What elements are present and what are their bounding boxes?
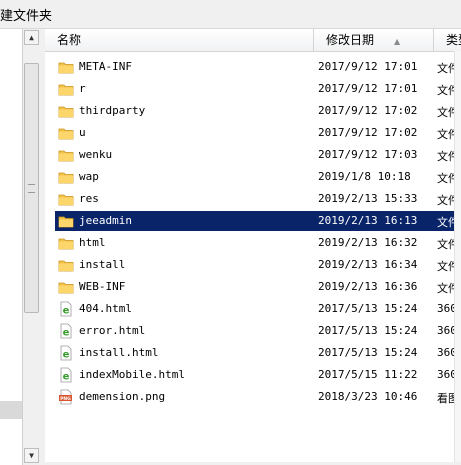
file-row[interactable]: wap 2019/1/8 10:18 文件: [45, 167, 461, 187]
new-folder-button[interactable]: 建文件夹: [0, 5, 52, 24]
file-name: u: [79, 126, 86, 139]
file-row[interactable]: WEB-INF 2019/2/13 16:36 文件: [45, 277, 461, 297]
column-name-label: 名称: [57, 33, 82, 47]
html-file-icon: e: [58, 367, 74, 383]
svg-text:e: e: [63, 306, 70, 317]
file-date: 2019/2/13 16:34: [318, 258, 418, 271]
file-row[interactable]: res 2019/2/13 15:33 文件: [45, 189, 461, 209]
file-row[interactable]: thirdparty 2017/9/12 17:02 文件: [45, 101, 461, 121]
column-modified-label: 修改日期: [326, 33, 375, 47]
folder-icon: [58, 257, 74, 273]
file-date: 2018/3/23 10:46: [318, 390, 418, 403]
file-name: install: [79, 258, 126, 271]
file-date: 2017/5/13 15:24: [318, 324, 418, 337]
file-name: html: [79, 236, 106, 249]
folder-icon: [58, 213, 74, 229]
file-name: wenku: [79, 148, 113, 161]
file-date: 2017/9/12 17:01: [318, 82, 418, 95]
file-date: 2019/2/13 16:32: [318, 236, 418, 249]
svg-text:e: e: [63, 328, 70, 339]
nav-selected-item[interactable]: [0, 401, 22, 419]
file-name: demension.png: [79, 390, 166, 403]
file-row[interactable]: u 2017/9/12 17:02 文件: [45, 123, 461, 143]
folder-icon: [58, 191, 74, 207]
file-name: WEB-INF: [79, 280, 126, 293]
nav-scrollbar[interactable]: ▲ ▼: [22, 29, 41, 465]
folder-icon: [58, 103, 74, 119]
column-modified[interactable]: 修改日期 ▲: [314, 29, 434, 51]
file-date: 2019/2/13 16:13: [318, 214, 418, 227]
folder-icon: [58, 169, 74, 185]
folder-icon: [58, 125, 74, 141]
svg-text:PNG: PNG: [60, 396, 71, 402]
file-row[interactable]: e 404.html 2017/5/13 15:24 360: [45, 299, 461, 319]
html-file-icon: e: [58, 301, 74, 317]
scroll-down-button[interactable]: ▼: [24, 448, 39, 463]
html-file-icon: e: [58, 345, 74, 361]
file-name: r: [79, 82, 86, 95]
file-row[interactable]: e indexMobile.html 2017/5/15 11:22 360: [45, 365, 461, 385]
file-name: res: [79, 192, 99, 205]
file-date: 2017/5/13 15:24: [318, 346, 418, 359]
file-date: 2019/2/13 15:33: [318, 192, 418, 205]
html-file-icon: e: [58, 323, 74, 339]
file-row[interactable]: META-INF 2017/9/12 17:01 文件: [45, 57, 461, 77]
scroll-up-button[interactable]: ▲: [24, 30, 39, 45]
sort-ascending-icon: ▲: [394, 37, 401, 46]
file-row[interactable]: e install.html 2017/5/13 15:24 360: [45, 343, 461, 363]
folder-icon: [58, 235, 74, 251]
file-row[interactable]: html 2019/2/13 16:32 文件: [45, 233, 461, 253]
png-file-icon: PNG: [58, 389, 74, 405]
file-name: thirdparty: [79, 104, 146, 117]
file-name: jeeadmin: [79, 214, 132, 227]
svg-text:e: e: [63, 372, 70, 383]
file-list-scrollbar[interactable]: [454, 51, 461, 465]
file-date: 2017/9/12 17:01: [318, 60, 418, 73]
folder-icon: [58, 81, 74, 97]
file-date: 2017/9/12 17:02: [318, 126, 418, 139]
file-row[interactable]: r 2017/9/12 17:01 文件: [45, 79, 461, 99]
file-date: 2019/2/13 16:36: [318, 280, 418, 293]
file-row[interactable]: e error.html 2017/5/13 15:24 360: [45, 321, 461, 341]
navigation-pane[interactable]: [0, 29, 23, 465]
column-name[interactable]: 名称: [45, 29, 314, 51]
column-header: 名称 修改日期 ▲ 类型: [45, 29, 461, 52]
file-date: 2017/9/12 17:03: [318, 148, 418, 161]
file-row[interactable]: wenku 2017/9/12 17:03 文件: [45, 145, 461, 165]
file-name: error.html: [79, 324, 146, 337]
folder-icon: [58, 279, 74, 295]
file-date: 2017/5/13 15:24: [318, 302, 418, 315]
file-name: indexMobile.html: [79, 368, 185, 381]
toolbar: 建文件夹: [0, 0, 461, 29]
file-row[interactable]: install 2019/2/13 16:34 文件: [45, 255, 461, 275]
column-type-label: 类型: [446, 33, 461, 47]
svg-text:e: e: [63, 350, 70, 361]
file-date: 2017/9/12 17:02: [318, 104, 418, 117]
file-name: wap: [79, 170, 99, 183]
file-date: 2017/5/15 11:22: [318, 368, 418, 381]
folder-icon: [58, 59, 74, 75]
file-row[interactable]: jeeadmin 2019/2/13 16:13 文件: [45, 211, 461, 231]
file-date: 2019/1/8 10:18: [318, 170, 411, 183]
file-name: 404.html: [79, 302, 132, 315]
file-name: install.html: [79, 346, 159, 359]
file-name: META-INF: [79, 60, 132, 73]
column-type[interactable]: 类型: [434, 29, 461, 51]
scroll-grip-icon: [28, 184, 35, 193]
file-row[interactable]: PNG demension.png 2018/3/23 10:46 看图: [45, 387, 461, 407]
scroll-thumb[interactable]: [24, 63, 39, 313]
folder-icon: [58, 147, 74, 163]
